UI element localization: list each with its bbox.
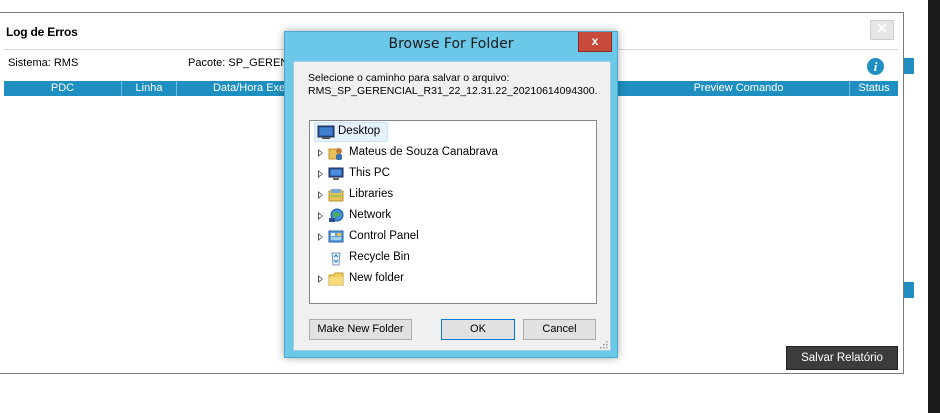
tree-item-label: Libraries: [349, 188, 394, 200]
column-header-preview-comando[interactable]: Preview Comando: [628, 81, 850, 96]
info-icon[interactable]: i: [867, 58, 884, 75]
folder-icon: [328, 271, 344, 287]
tree-item-label: Control Panel: [349, 230, 419, 242]
libraries-icon: [328, 187, 344, 203]
recycle-bin-icon: [328, 250, 344, 266]
expand-arrow-icon[interactable]: [318, 170, 323, 178]
save-report-button[interactable]: Salvar Relatório: [786, 346, 898, 370]
tree-item-label: Desktop: [338, 125, 381, 137]
folder-tree[interactable]: Desktop Mateus de Souza Canabrava This P…: [309, 120, 597, 304]
tree-item-label: Recycle Bin: [349, 251, 410, 263]
pacote-label: Pacote: SP_GEREN: [188, 57, 289, 69]
tree-item-user[interactable]: Mateus de Souza Canabrava: [310, 143, 596, 163]
tree-item-libraries[interactable]: Libraries: [310, 185, 596, 205]
tree-item-network[interactable]: Network: [310, 206, 596, 226]
expand-arrow-icon[interactable]: [318, 212, 323, 220]
expand-arrow-icon[interactable]: [318, 191, 323, 199]
computer-icon: [328, 166, 344, 182]
column-header-linha[interactable]: Linha: [122, 81, 177, 96]
window-title: Log de Erros: [6, 25, 78, 39]
expand-arrow-icon[interactable]: [318, 275, 323, 283]
make-new-folder-button[interactable]: Make New Folder: [309, 319, 412, 340]
resize-grip-icon[interactable]: [600, 340, 608, 349]
accent-marker: [904, 58, 914, 74]
desktop-icon: [317, 124, 335, 140]
tree-item-label: Network: [349, 209, 392, 221]
tree-item-label: This PC: [349, 167, 390, 179]
expand-arrow-icon[interactable]: [318, 149, 323, 157]
cancel-button[interactable]: Cancel: [523, 319, 596, 340]
tree-item-recycle-bin[interactable]: Recycle Bin: [310, 248, 596, 268]
column-header-data-hora[interactable]: Data/Hora Exe: [177, 81, 287, 96]
tree-item-label: New folder: [349, 272, 404, 284]
dialog-close-button[interactable]: x: [578, 32, 612, 52]
column-header-pdc[interactable]: PDC: [4, 81, 122, 96]
tree-item-this-pc[interactable]: This PC: [310, 164, 596, 184]
dialog-title: Browse For Folder: [388, 36, 514, 52]
column-header-status[interactable]: Status: [850, 81, 898, 96]
expand-arrow-icon[interactable]: [318, 233, 323, 241]
tree-item-label: Mateus de Souza Canabrava: [349, 146, 498, 158]
tree-item-control-panel[interactable]: Control Panel: [310, 227, 596, 247]
close-button[interactable]: ✕: [870, 20, 894, 40]
tree-item-new-folder[interactable]: New folder: [310, 269, 596, 289]
accent-marker: [904, 282, 914, 298]
instruction-line-1: Selecione o caminho para salvar o arquiv…: [308, 72, 510, 84]
user-folder-icon: [328, 145, 344, 161]
background-window-edge: [928, 0, 940, 413]
control-panel-icon: [328, 229, 344, 245]
dialog-instruction: Selecione o caminho para salvar o arquiv…: [308, 72, 598, 98]
instruction-line-2: RMS_SP_GERENCIAL_R31_22_12.31.22_2021061…: [308, 85, 598, 97]
browse-folder-dialog: Browse For Folder x Selecione o caminho …: [284, 31, 618, 358]
ok-button[interactable]: OK: [441, 319, 515, 340]
network-icon: [328, 208, 344, 224]
sistema-label: Sistema: RMS: [8, 57, 79, 69]
tree-item-desktop[interactable]: Desktop: [310, 122, 596, 142]
dialog-body: Selecione o caminho para salvar o arquiv…: [293, 61, 611, 351]
